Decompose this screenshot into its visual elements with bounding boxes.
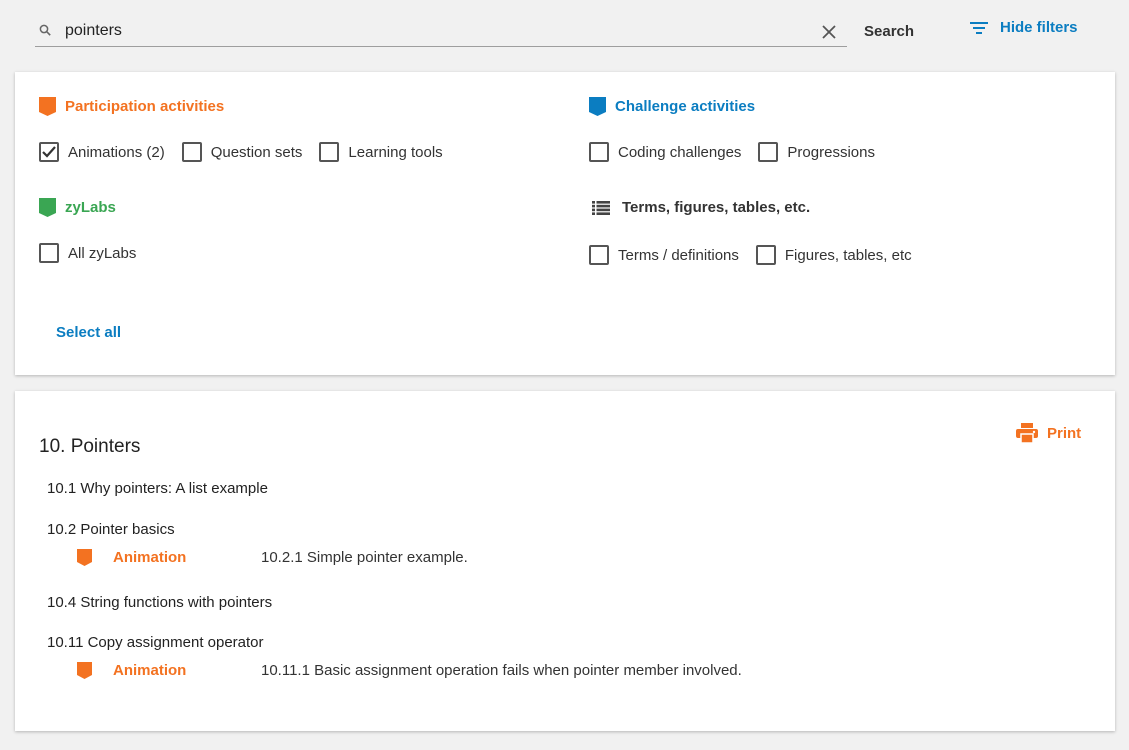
hide-filters-label: Hide filters	[1000, 19, 1078, 36]
participation-flag-icon	[39, 97, 56, 116]
checkbox-learning-tools[interactable]: Learning tools	[319, 142, 443, 162]
checkbox-box	[589, 142, 609, 162]
participation-activities-heading: Participation activities	[39, 97, 224, 116]
print-label: Print	[1047, 424, 1082, 442]
zylabs-title: zyLabs	[65, 199, 116, 216]
search-input[interactable]	[65, 20, 805, 42]
section-10-1[interactable]: 10.1 Why pointers: A list example	[47, 480, 268, 497]
animation-flag-icon	[77, 662, 92, 679]
challenge-flag-icon	[589, 97, 606, 116]
checkbox-question-sets[interactable]: Question sets	[181, 142, 303, 162]
select-all-button[interactable]: Select all	[56, 324, 121, 341]
checkbox-label: Animations (2)	[68, 143, 165, 161]
clear-search-icon[interactable]	[820, 23, 838, 41]
checkbox-animations[interactable]: Animations (2)	[39, 142, 165, 162]
printer-icon	[1016, 423, 1038, 443]
checkbox-coding-challenges[interactable]: Coding challenges	[589, 142, 741, 162]
terms-heading: Terms, figures, tables, etc.	[592, 199, 810, 216]
checkbox-label: Learning tools	[348, 143, 443, 161]
checkbox-figures-tables[interactable]: Figures, tables, etc	[755, 245, 912, 265]
hide-filters-button[interactable]: Hide filters	[969, 19, 1078, 36]
activity-row: Animation 10.2.1 Simple pointer example.	[77, 549, 468, 566]
filters-panel: Participation activities Animations (2) …	[15, 72, 1115, 375]
checkbox-box	[758, 142, 779, 162]
participation-options: Animations (2) Question sets Learning to…	[39, 142, 460, 162]
activity-link[interactable]: 10.2.1 Simple pointer example.	[261, 549, 468, 566]
chapter-title: 10. Pointers	[39, 436, 141, 457]
activity-type: Animation	[113, 549, 187, 566]
checkbox-progressions[interactable]: Progressions	[758, 142, 875, 162]
checkbox-checked-icon	[39, 142, 59, 162]
section-10-2[interactable]: 10.2 Pointer basics	[47, 521, 175, 538]
animation-flag-icon	[77, 549, 92, 566]
challenge-options: Coding challenges Progressions	[589, 142, 892, 162]
challenge-activities-heading: Challenge activities	[589, 97, 755, 116]
filter-icon	[970, 21, 988, 34]
checkbox-box	[39, 243, 59, 263]
checkbox-all-zylabs[interactable]: All zyLabs	[39, 243, 136, 263]
list-icon	[592, 200, 610, 215]
search-icon	[39, 24, 51, 36]
checkbox-label: Figures, tables, etc	[784, 246, 912, 264]
zylabs-heading: zyLabs	[39, 198, 116, 217]
checkbox-label: Progressions	[787, 143, 875, 161]
checkbox-label: All zyLabs	[68, 244, 137, 262]
zylabs-flag-icon	[39, 198, 56, 217]
terms-title: Terms, figures, tables, etc.	[622, 199, 811, 216]
results-panel: 10. Pointers Print 10.1 Why pointers: A …	[15, 391, 1115, 731]
checkbox-label: Coding challenges	[618, 143, 742, 161]
activity-row: Animation 10.11.1 Basic assignment opera…	[77, 662, 742, 679]
checkbox-terms-definitions[interactable]: Terms / definitions	[589, 245, 739, 265]
checkbox-box	[319, 142, 340, 162]
print-button[interactable]: Print	[1016, 423, 1081, 443]
checkbox-label: Terms / definitions	[618, 246, 739, 264]
search-button[interactable]: Search	[864, 23, 914, 40]
search-bar	[35, 14, 847, 47]
zylabs-options: All zyLabs	[39, 243, 153, 263]
activity-type: Animation	[113, 662, 187, 679]
terms-options: Terms / definitions Figures, tables, etc	[589, 245, 929, 265]
participation-activities-title: Participation activities	[65, 98, 225, 115]
checkbox-box	[755, 245, 776, 265]
checkbox-label: Question sets	[210, 143, 303, 161]
checkbox-box	[589, 245, 609, 265]
activity-link[interactable]: 10.11.1 Basic assignment operation fails…	[261, 662, 742, 679]
section-10-11[interactable]: 10.11 Copy assignment operator	[47, 634, 264, 651]
section-10-4[interactable]: 10.4 String functions with pointers	[47, 594, 272, 611]
checkbox-box	[181, 142, 202, 162]
challenge-activities-title: Challenge activities	[615, 98, 756, 115]
